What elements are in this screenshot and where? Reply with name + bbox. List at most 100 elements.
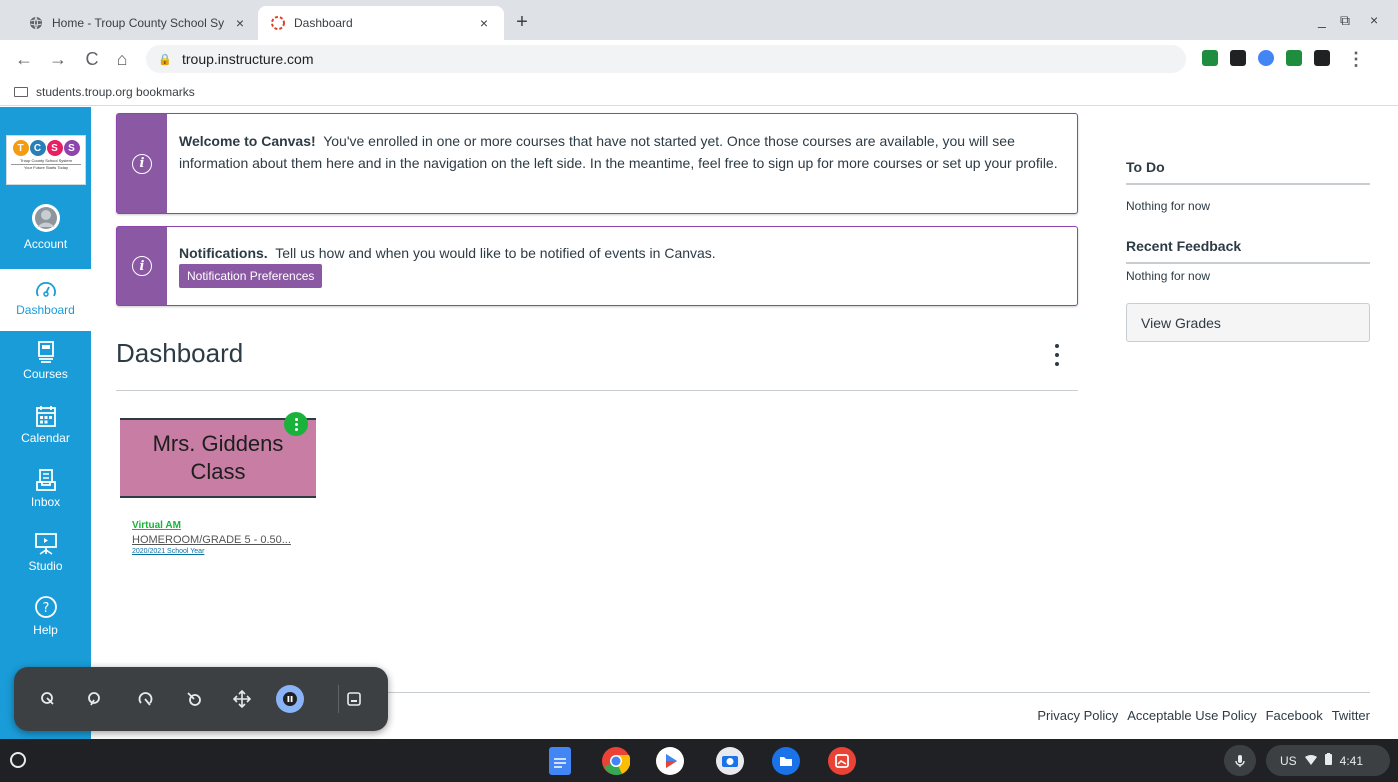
nav-label: Help [33,623,58,637]
green-square-icon[interactable] [1202,50,1218,66]
logo-letter: S [46,140,63,156]
nav-account[interactable]: Account [0,203,91,265]
panel-position-icon[interactable] [340,685,368,713]
docs-icon[interactable] [549,747,571,775]
course-hero-line2: Class [190,459,246,484]
minimize-button[interactable]: _ [1318,12,1326,28]
close-tab-icon[interactable]: × [232,15,248,31]
close-tab-icon[interactable]: × [476,15,492,31]
footer-links: Privacy Policy Acceptable Use Policy Fac… [1037,708,1370,723]
puzzle-icon[interactable] [1314,50,1330,66]
browser-toolbar: ← → C ⌂ 🔒 troup.instructure.com ⋮ [0,40,1398,78]
microphone-icon[interactable] [1224,745,1256,776]
school-logo[interactable]: T C S S Troup County School System Your … [6,135,86,185]
logo-letter: C [29,140,46,156]
alert-icon-bar: i [117,227,167,305]
course-term: 2020/2021 School Year [132,548,205,555]
pause-icon[interactable] [276,685,304,713]
restore-button[interactable]: ⧉ [1340,12,1350,29]
alert-body: Welcome to Canvas! You've enrolled in on… [179,114,1063,174]
bookmark-folder-link[interactable]: students.troup.org bookmarks [36,85,195,99]
separator [338,685,339,713]
play-store-icon[interactable] [656,747,684,775]
switch-access-icon[interactable] [132,685,160,713]
camera-icon[interactable] [716,747,744,775]
nav-inbox[interactable]: Inbox [0,461,91,523]
chrome-icon[interactable] [602,747,631,776]
nav-label: Dashboard [16,303,75,317]
notification-preferences-button[interactable]: Notification Preferences [179,264,323,288]
course-name-link[interactable]: Virtual AM [132,520,318,531]
launcher-icon[interactable] [10,752,26,768]
nav-studio[interactable]: Studio [0,525,91,587]
todo-empty-text: Nothing for now [1126,199,1211,213]
address-bar[interactable]: 🔒 troup.instructure.com [146,45,1186,73]
battery-icon [1324,753,1332,768]
svg-text:?: ? [42,601,49,616]
courses-icon [0,333,91,363]
help-icon: ? [0,589,91,619]
tab-title: Home - Troup County School Sy [52,16,225,30]
back-icon[interactable]: ← [14,49,34,69]
divider [116,390,1078,391]
privacy-policy-link[interactable]: Privacy Policy [1037,708,1118,723]
alert-icon-bar: i [117,114,167,213]
alert-body: Notifications. Tell us how and when you … [179,227,1063,288]
logo-line1: Troup County School System [20,158,72,163]
welcome-alert: i Welcome to Canvas! You've enrolled in … [116,113,1078,214]
card-options-icon[interactable] [284,412,308,436]
account-icon [0,203,91,233]
course-card[interactable]: Mrs. Giddens Class Virtual AM HOMEROOM/G… [120,412,318,578]
cast-icon[interactable] [1286,50,1302,66]
autoclick-icon[interactable] [180,685,208,713]
inbox-icon [0,461,91,491]
nav-help[interactable]: ? Help [0,589,91,651]
course-hero-line1: Mrs. Giddens [152,431,284,456]
canvas-favicon-icon [270,15,286,31]
tab-dashboard[interactable]: Dashboard × [258,6,504,40]
move-icon[interactable] [228,685,256,713]
acceptable-use-policy-link[interactable]: Acceptable Use Policy [1127,708,1256,723]
globe-icon[interactable] [1258,50,1274,66]
folder-icon [14,86,28,97]
nav-label: Calendar [21,431,70,445]
tab-home[interactable]: Home - Troup County School Sy × [16,6,260,40]
alert-heading: Notifications. [179,245,268,261]
gallery-icon[interactable] [828,747,856,775]
logo-letter: T [12,140,29,156]
course-code[interactable]: HOMEROOM/GRADE 5 - 0.50... [132,534,318,546]
page-title: Dashboard [116,338,244,368]
nav-calendar[interactable]: Calendar [0,397,91,459]
facebook-link[interactable]: Facebook [1266,708,1323,723]
lock-icon: 🔒 [158,53,172,66]
nav-label: Studio [28,559,63,573]
home-icon[interactable]: ⌂ [112,49,132,69]
new-tab-button[interactable]: + [512,12,532,32]
wifi-icon [1304,754,1317,768]
reload-icon[interactable]: C [82,49,102,69]
system-tray[interactable]: US 4:41 [1266,745,1390,776]
accessibility-menu-panel [14,667,388,731]
nav-label: Account [23,237,68,251]
clock: 4:41 [1339,753,1364,768]
view-grades-button[interactable]: View Grades [1126,303,1370,342]
globe-icon [28,15,44,31]
dashboard-icon [0,269,91,299]
files-icon[interactable] [772,747,800,775]
divider [1126,183,1370,185]
select-to-speak-icon[interactable] [34,685,62,713]
browser-tabstrip: Home - Troup County School Sy × Dashboar… [0,0,1398,40]
twitter-link[interactable]: Twitter [1332,708,1370,723]
logo-letter: S [63,140,80,156]
more-menu-icon[interactable]: ⋮ [1346,49,1366,69]
dashboard-options-icon[interactable] [1052,344,1062,366]
dictation-icon[interactable] [80,685,108,713]
forward-icon[interactable]: → [48,49,68,69]
close-window-button[interactable]: × [1370,12,1378,28]
notifications-alert: i Notifications. Tell us how and when yo… [116,226,1078,306]
locale-indicator: US [1280,753,1297,768]
os-shelf: US 4:41 [0,739,1398,782]
nav-courses[interactable]: Courses [0,333,91,395]
nav-dashboard[interactable]: Dashboard [0,269,91,331]
spy-icon[interactable] [1230,50,1246,66]
